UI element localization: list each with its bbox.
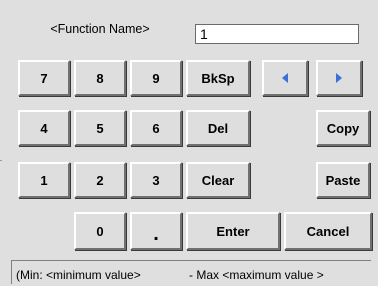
backspace-button[interactable]: BkSp: [186, 60, 250, 96]
function-name-label: <Function Name>: [50, 22, 150, 36]
key-4-button[interactable]: 4: [18, 110, 70, 146]
key-9-button[interactable]: 9: [130, 60, 182, 96]
cursor-left-button[interactable]: [262, 60, 308, 96]
key-0-button[interactable]: 0: [74, 212, 126, 250]
key-1-button[interactable]: 1: [18, 162, 70, 198]
key-5-button[interactable]: 5: [74, 110, 126, 146]
key-8-button[interactable]: 8: [74, 60, 126, 96]
cancel-button[interactable]: Cancel: [284, 212, 372, 250]
arrow-right-icon: [335, 73, 343, 83]
enter-button[interactable]: Enter: [186, 212, 280, 250]
max-value-text: - Max <maximum value >: [189, 268, 324, 282]
range-status-bar: (Min: <minimum value> - Max <maximum val…: [11, 260, 371, 284]
numeric-keypad-dialog: <Function Name> 1 7 8 9 BkSp 4 5 6 Del C…: [0, 0, 378, 286]
clear-button[interactable]: Clear: [186, 162, 250, 198]
paste-button[interactable]: Paste: [316, 162, 370, 198]
cursor-right-button[interactable]: [316, 60, 362, 96]
min-value-text: (Min: <minimum value>: [16, 268, 141, 282]
key-6-button[interactable]: 6: [130, 110, 182, 146]
delete-button[interactable]: Del: [186, 110, 250, 146]
copy-button[interactable]: Copy: [316, 110, 370, 146]
key-3-button[interactable]: 3: [130, 162, 182, 198]
key-7-button[interactable]: 7: [18, 60, 70, 96]
arrow-left-icon: [281, 73, 289, 83]
decimal-point-button[interactable]: .: [130, 212, 182, 250]
value-input[interactable]: 1: [195, 24, 359, 44]
edge-tick: [0, 160, 2, 161]
key-2-button[interactable]: 2: [74, 162, 126, 198]
